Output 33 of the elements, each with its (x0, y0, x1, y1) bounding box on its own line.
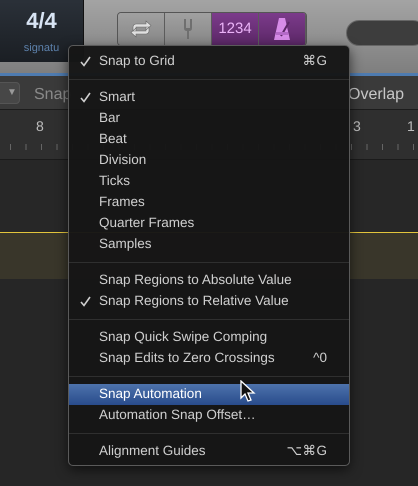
menu-item[interactable]: Bar (69, 108, 349, 129)
tuner-button[interactable] (165, 13, 212, 45)
menu-item[interactable]: Samples (69, 234, 349, 255)
bar-number: 1 (407, 117, 415, 136)
cycle-icon (128, 19, 154, 39)
count-in-button[interactable]: 1234 (212, 13, 259, 45)
menu-item[interactable]: Ticks (69, 171, 349, 192)
menu-item[interactable]: Quarter Frames (69, 213, 349, 234)
pointer-icon (240, 380, 256, 404)
cycle-button[interactable] (118, 13, 165, 45)
drag-mode-label: Overlap (348, 85, 404, 105)
display-label: signatu (24, 41, 60, 56)
bar-number: 8 (36, 117, 44, 136)
time-signature: 4/4 (26, 10, 57, 32)
menu-item[interactable]: Automation Snap Offset… (69, 405, 349, 426)
menu-item[interactable]: Division (69, 150, 349, 171)
menu-item[interactable]: Frames (69, 192, 349, 213)
menu-item[interactable]: Alignment Guides ⌥⌘G (69, 441, 349, 462)
shortcut-label: ^0 (313, 349, 327, 368)
menu-item[interactable]: Snap Regions to Relative Value (69, 291, 349, 312)
menu-item[interactable]: Snap Automation (69, 384, 349, 405)
menu-item[interactable]: Snap Edits to Zero Crossings ^0 (69, 348, 349, 369)
menu-item[interactable]: Beat (69, 129, 349, 150)
menu-item[interactable]: Smart (69, 87, 349, 108)
metronome-icon (271, 16, 293, 42)
shortcut-label: ⌥⌘G (286, 442, 327, 460)
menu-item[interactable]: Snap to Grid ⌘G (69, 51, 349, 72)
display-pill (346, 20, 418, 46)
metronome-button[interactable] (259, 13, 306, 45)
shortcut-label: ⌘G (302, 52, 327, 70)
bar-number: 3 (353, 117, 361, 136)
menu-item[interactable]: Snap Regions to Absolute Value (69, 270, 349, 291)
menu-item[interactable]: Snap Quick Swipe Comping (69, 327, 349, 348)
